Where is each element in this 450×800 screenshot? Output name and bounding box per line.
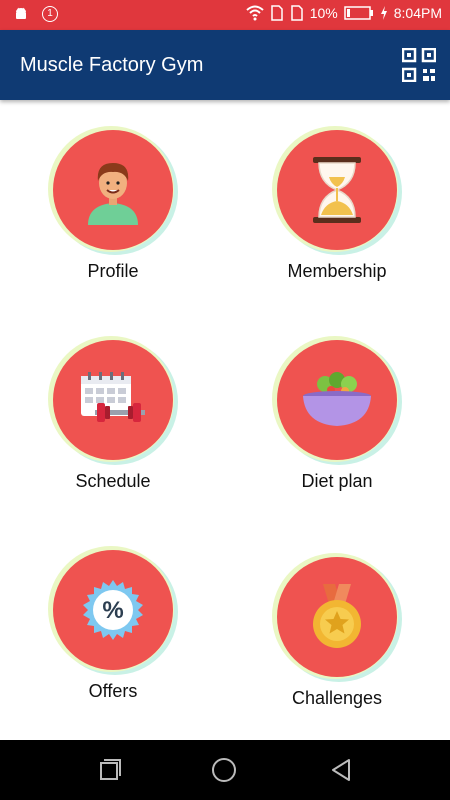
app-title: Muscle Factory Gym bbox=[20, 54, 204, 76]
menu-label-diet-plan: Diet plan bbox=[301, 471, 373, 491]
calendar-dumbbell-icon bbox=[81, 372, 145, 422]
menu-label-offers: Offers bbox=[88, 681, 138, 701]
menu-item-membership[interactable]: Membership bbox=[237, 128, 437, 308]
menu-item-challenges[interactable]: Challenges bbox=[237, 555, 437, 735]
menu-item-diet-plan[interactable]: Diet plan bbox=[237, 338, 437, 518]
menu-label-schedule: Schedule bbox=[75, 471, 151, 491]
system-nav-bar bbox=[0, 740, 450, 800]
sim-card-icon bbox=[270, 5, 283, 21]
menu-label-membership: Membership bbox=[287, 261, 387, 281]
menu-label-profile: Profile bbox=[87, 261, 139, 281]
clock: 8:04PM bbox=[393, 5, 442, 21]
svg-text:%: % bbox=[102, 597, 123, 624]
sim-card-icon-2 bbox=[290, 5, 303, 21]
battery-icon bbox=[344, 6, 373, 20]
schedule-circle bbox=[53, 340, 173, 460]
profile-avatar-icon bbox=[88, 163, 138, 225]
home-icon[interactable] bbox=[210, 756, 238, 784]
profile-circle bbox=[53, 130, 173, 250]
menu-item-profile[interactable]: Profile bbox=[13, 128, 213, 308]
offers-circle: % bbox=[53, 550, 173, 670]
battery-percent: 10% bbox=[309, 5, 338, 21]
menu-item-schedule[interactable]: Schedule bbox=[13, 338, 213, 518]
qr-code-icon[interactable] bbox=[402, 48, 436, 82]
notification-badge: 1 bbox=[42, 6, 58, 22]
salad-bowl-icon bbox=[303, 372, 371, 426]
menu-item-offers[interactable]: % Offers bbox=[13, 548, 213, 728]
android-icon bbox=[16, 7, 26, 19]
status-bar: 1 10% 8:04PM bbox=[0, 0, 450, 30]
hourglass-icon bbox=[313, 157, 361, 223]
percent-badge-icon: % bbox=[83, 580, 143, 640]
wifi-icon bbox=[246, 5, 264, 21]
back-icon[interactable] bbox=[327, 756, 355, 784]
membership-circle bbox=[277, 130, 397, 250]
menu-label-challenges: Challenges bbox=[291, 688, 383, 708]
recent-apps-icon[interactable] bbox=[95, 756, 123, 784]
medal-icon bbox=[313, 584, 361, 648]
charging-icon bbox=[380, 6, 387, 20]
challenges-circle bbox=[277, 557, 397, 677]
app-bar: Muscle Factory Gym bbox=[0, 30, 450, 100]
diet-plan-circle bbox=[277, 340, 397, 460]
